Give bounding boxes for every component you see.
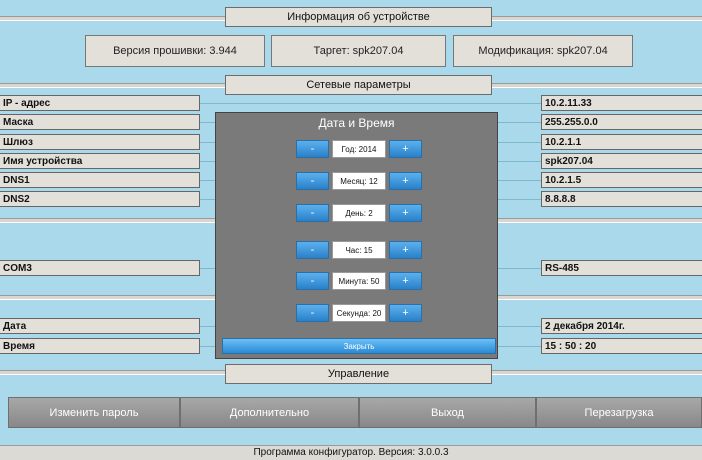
day-row: - День: 2 + [296,204,422,222]
time-value[interactable]: 15 : 50 : 20 [541,338,702,354]
mask-value[interactable]: 255.255.0.0 [541,114,702,130]
footer-version: Программа конфигуратор. Версия: 3.0.0.3 [0,445,702,460]
second-value: Секунда: 20 [332,304,386,322]
year-row: - Год: 2014 + [296,140,422,158]
dns1-label: DNS1 [0,172,200,188]
minute-value: Минута: 50 [332,272,386,290]
second-minus-button[interactable]: - [296,304,329,322]
second-plus-button[interactable]: + [389,304,422,322]
mask-label: Маска [0,114,200,130]
day-minus-button[interactable]: - [296,204,329,222]
minute-plus-button[interactable]: + [389,272,422,290]
exit-button[interactable]: Выход [359,397,536,428]
date-label: Дата [0,318,200,334]
second-row: - Секунда: 20 + [296,304,422,322]
connector-line [200,103,541,104]
section-control: Управление [225,364,492,384]
additional-button[interactable]: Дополнительно [180,397,359,428]
year-plus-button[interactable]: + [389,140,422,158]
gateway-label: Шлюз [0,134,200,150]
device-name-value[interactable]: spk207.04 [541,153,702,169]
section-device-info: Информация об устройстве [225,7,492,27]
month-row: - Месяц: 12 + [296,172,422,190]
day-plus-button[interactable]: + [389,204,422,222]
dns1-value[interactable]: 10.2.1.5 [541,172,702,188]
minute-row: - Минута: 50 + [296,272,422,290]
ip-value[interactable]: 10.2.11.33 [541,95,702,111]
year-value: Год: 2014 [332,140,386,158]
hour-value: Час: 15 [332,241,386,259]
month-value: Месяц: 12 [332,172,386,190]
gateway-value[interactable]: 10.2.1.1 [541,134,702,150]
close-button[interactable]: Закрыть [222,338,496,354]
dns2-value[interactable]: 8.8.8.8 [541,191,702,207]
month-plus-button[interactable]: + [389,172,422,190]
device-name-label: Имя устройства [0,153,200,169]
ip-label: IP - адрес [0,95,200,111]
dns2-label: DNS2 [0,191,200,207]
firmware-version: Версия прошивки: 3.944 [85,35,265,67]
section-network: Сетевые параметры [225,75,492,95]
com-value[interactable]: RS-485 [541,260,702,276]
month-minus-button[interactable]: - [296,172,329,190]
com-label: COM3 [0,260,200,276]
date-value[interactable]: 2 декабря 2014г. [541,318,702,334]
minute-minus-button[interactable]: - [296,272,329,290]
target: Таргет: spk207.04 [271,35,446,67]
day-value: День: 2 [332,204,386,222]
year-minus-button[interactable]: - [296,140,329,158]
modification: Модификация: spk207.04 [453,35,633,67]
datetime-dialog: Дата и Время - Год: 2014 + - Месяц: 12 +… [215,112,498,359]
time-label: Время [0,338,200,354]
hour-minus-button[interactable]: - [296,241,329,259]
change-password-button[interactable]: Изменить пароль [8,397,180,428]
hour-plus-button[interactable]: + [389,241,422,259]
hour-row: - Час: 15 + [296,241,422,259]
reboot-button[interactable]: Перезагрузка [536,397,702,428]
dialog-title: Дата и Время [318,116,395,130]
